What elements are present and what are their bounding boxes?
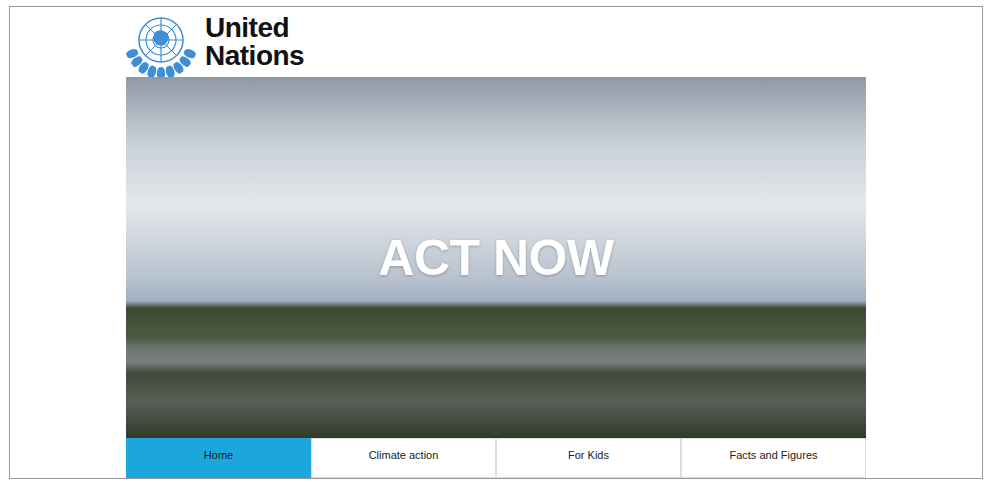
nav-tab[interactable]: For Kids <box>496 438 681 478</box>
logo-line: United <box>205 14 304 42</box>
site-header: UnitedNations <box>126 7 866 77</box>
nav-tab[interactable]: Climate action <box>311 438 496 478</box>
nav-tab[interactable]: Facts and Figures <box>681 438 866 478</box>
main-nav: HomeClimate actionFor KidsFacts and Figu… <box>126 438 866 478</box>
page-frame: UnitedNations ACT NOW HomeClimate actionFo… <box>9 6 983 479</box>
nav-tab[interactable]: Home <box>126 438 311 478</box>
hero-headline: ACT NOW <box>378 229 613 287</box>
un-emblem-icon <box>126 7 196 77</box>
page-column: UnitedNations ACT NOW HomeClimate actionFo… <box>126 7 866 478</box>
hero-banner: ACT NOW <box>126 77 866 438</box>
logo-text[interactable]: UnitedNations <box>205 14 304 70</box>
logo-line: Nations <box>205 42 304 70</box>
